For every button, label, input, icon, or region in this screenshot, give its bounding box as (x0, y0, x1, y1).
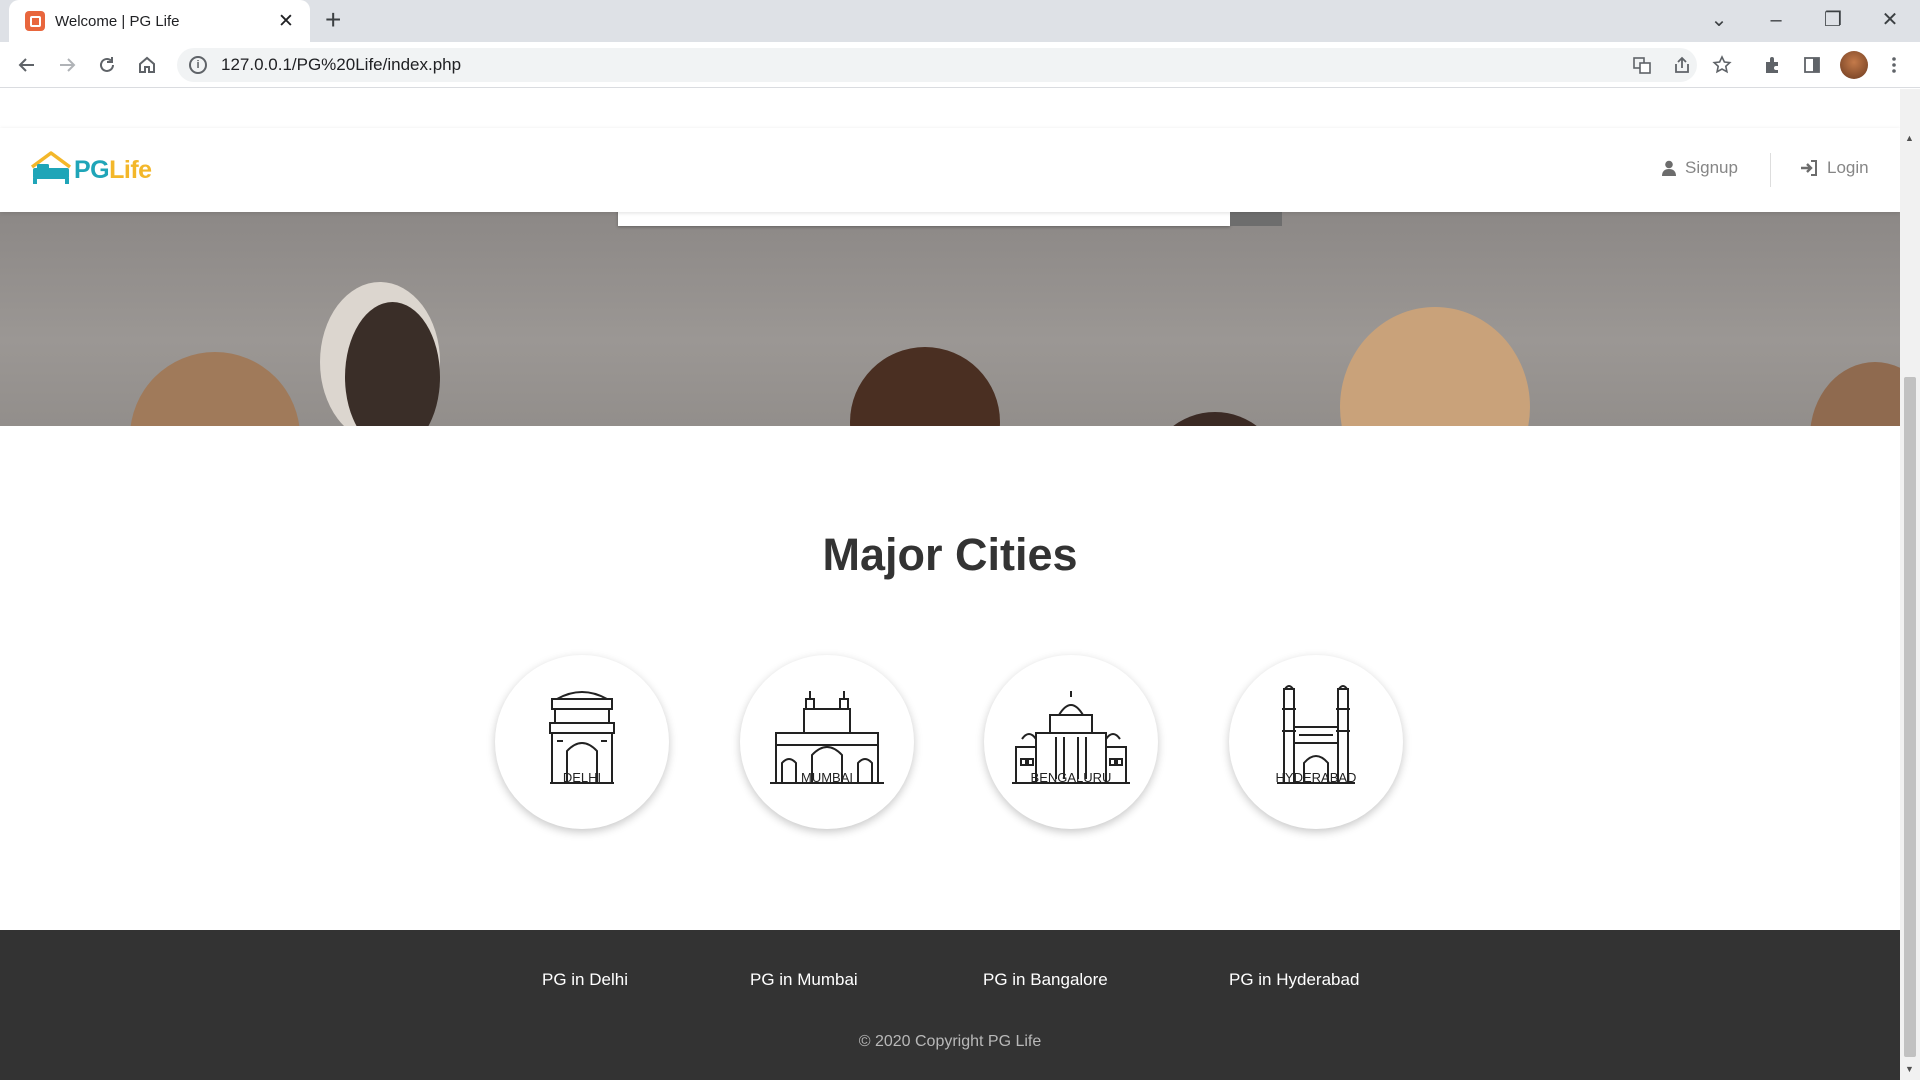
nav-divider (1770, 153, 1771, 187)
tab-close-icon[interactable]: ✕ (276, 12, 296, 31)
pglife-logo[interactable]: PGLife (30, 151, 152, 185)
scroll-down-arrow-icon[interactable]: ▼ (1905, 1064, 1914, 1074)
logo-pg-text: PG (74, 156, 110, 184)
section-title: Major Cities (822, 529, 1078, 580)
browser-tabstrip: Welcome | PG Life ✕ + ⌄ – ❐ ✕ (0, 0, 1920, 42)
bookmark-star-icon[interactable] (1708, 51, 1736, 79)
browser-tab[interactable]: Welcome | PG Life ✕ (9, 0, 310, 42)
side-panel-icon[interactable] (1798, 51, 1826, 79)
tab-search-icon[interactable]: ⌄ (1699, 6, 1739, 34)
city-card-hyderabad[interactable]: HYDERABAD (1229, 655, 1403, 829)
house-bed-icon (30, 151, 72, 184)
share-icon[interactable] (1668, 51, 1696, 79)
url-text: 127.0.0.1/PG%20Life/index.php (221, 55, 462, 74)
login-link[interactable]: Login (1800, 158, 1869, 178)
minimize-button[interactable]: – (1756, 6, 1796, 34)
hero-banner (0, 212, 1900, 426)
vidhana-soudha-icon (1012, 691, 1130, 784)
footer-link-hyderabad[interactable]: PG in Hyderabad (1229, 970, 1359, 990)
menu-kebab-icon[interactable] (1880, 51, 1908, 79)
site-info-icon[interactable]: i (189, 56, 207, 74)
hero-person-4 (1150, 412, 1280, 426)
logo-life-text: Life (109, 156, 152, 184)
page-scrollbar[interactable]: ▲ ▼ (1900, 89, 1920, 1080)
scrollbar-thumb[interactable] (1904, 377, 1916, 1057)
city-card-bengaluru[interactable]: BENGALURU (984, 655, 1158, 829)
copyright-text: © 2020 Copyright PG Life (858, 1033, 1042, 1050)
login-label: Login (1827, 158, 1869, 177)
page-viewport: PGLife Signup Login Major Cities DELHI M… (0, 89, 1900, 1080)
charminar-icon (1277, 685, 1355, 784)
profile-avatar[interactable] (1840, 51, 1868, 79)
footer-link-mumbai[interactable]: PG in Mumbai (750, 970, 858, 990)
footer-link-delhi[interactable]: PG in Delhi (542, 970, 628, 990)
city-label-bengaluru: BENGALURU (1030, 770, 1112, 785)
new-tab-button[interactable]: + (325, 6, 341, 34)
hero-person-3 (850, 347, 1000, 426)
city-label-delhi: DELHI (562, 770, 602, 785)
search-button[interactable] (1230, 212, 1282, 226)
hero-person-1 (130, 352, 300, 426)
footer-link-bangalore[interactable]: PG in Bangalore (983, 970, 1108, 990)
city-search-input[interactable] (618, 212, 1230, 226)
back-icon[interactable] (13, 51, 41, 79)
city-card-delhi[interactable]: DELHI (495, 655, 669, 829)
translate-icon[interactable] (1628, 51, 1656, 79)
sign-in-icon (1801, 160, 1817, 176)
signup-link[interactable]: Signup (1662, 158, 1738, 178)
restore-button[interactable]: ❐ (1813, 6, 1853, 34)
close-window-button[interactable]: ✕ (1870, 6, 1910, 34)
forward-icon[interactable] (53, 51, 81, 79)
hero-person-6 (1810, 362, 1900, 426)
city-label-mumbai: MUMBAI (801, 770, 853, 785)
city-label-hyderabad: HYDERABAD (1275, 770, 1357, 785)
site-footer: PG in Delhi PG in Mumbai PG in Bangalore… (0, 930, 1900, 1080)
signup-label: Signup (1685, 158, 1738, 177)
hero-person-5 (1340, 307, 1530, 426)
site-navbar: PGLife Signup Login (0, 128, 1900, 212)
scroll-up-arrow-icon[interactable]: ▲ (1905, 133, 1914, 143)
xampp-favicon-icon (25, 11, 45, 31)
home-icon[interactable] (133, 51, 161, 79)
city-card-mumbai[interactable]: MUMBAI (740, 655, 914, 829)
user-icon (1662, 160, 1676, 176)
extensions-icon[interactable] (1758, 51, 1786, 79)
gateway-of-india-icon (770, 691, 884, 784)
reload-icon[interactable] (93, 51, 121, 79)
browser-toolbar: i 127.0.0.1/PG%20Life/index.php (0, 42, 1920, 88)
tab-title: Welcome | PG Life (55, 12, 180, 30)
india-gate-icon (549, 691, 615, 784)
address-bar[interactable]: i 127.0.0.1/PG%20Life/index.php (177, 48, 1697, 82)
